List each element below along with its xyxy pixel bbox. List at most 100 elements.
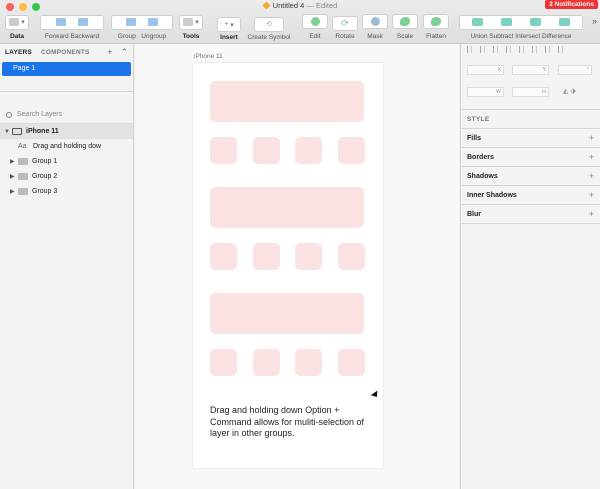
align-center-icon[interactable] bbox=[480, 46, 485, 53]
inner-shadows-section[interactable]: Inner Shadows + bbox=[461, 186, 600, 205]
search-input[interactable]: Search Layers bbox=[17, 111, 62, 118]
rotation-field[interactable]: ° bbox=[558, 65, 592, 75]
tab-layers[interactable]: LAYERS bbox=[5, 49, 32, 56]
boolean-segment[interactable] bbox=[459, 14, 583, 30]
insert-menu[interactable]: + ▾ Insert bbox=[216, 13, 242, 43]
canvas[interactable]: iPhone 11 Drag and holding down Option +… bbox=[135, 44, 459, 489]
tile-shape[interactable] bbox=[253, 137, 280, 164]
notifications-badge[interactable]: 2 Notifications bbox=[545, 0, 598, 9]
layer-group-3[interactable]: ▶ Group 3 bbox=[0, 184, 133, 199]
height-field[interactable]: H bbox=[512, 87, 549, 97]
ungroup-button[interactable]: Ungroup bbox=[141, 33, 166, 40]
borders-section[interactable]: Borders + bbox=[461, 148, 600, 167]
rotate-button[interactable]: ⟳ bbox=[332, 16, 358, 31]
edit-tool[interactable]: Edit bbox=[301, 13, 329, 43]
align-right-icon[interactable] bbox=[493, 46, 498, 53]
create-symbol-button[interactable]: ⟲ bbox=[254, 16, 284, 32]
tools-icon bbox=[183, 18, 194, 26]
tile-shape[interactable] bbox=[210, 243, 237, 270]
arrange-segment[interactable] bbox=[40, 14, 104, 30]
rotate-tool[interactable]: ⟳ Rotate bbox=[331, 13, 359, 43]
flatten-tool[interactable]: Flatten bbox=[421, 13, 451, 43]
data-tool[interactable]: ▾ Data bbox=[4, 13, 30, 43]
fills-section[interactable]: Fills + bbox=[461, 129, 600, 148]
tools-menu[interactable]: ▾ Tools bbox=[178, 13, 204, 43]
forward-button[interactable]: Forward bbox=[45, 33, 69, 40]
add-blur-icon[interactable]: + bbox=[589, 209, 594, 219]
caption-text[interactable]: Drag and holding down Option + Command a… bbox=[210, 405, 375, 440]
add-shadow-icon[interactable]: + bbox=[589, 171, 594, 181]
intersect-button[interactable]: Intersect bbox=[515, 33, 540, 40]
align-middle-icon[interactable] bbox=[532, 46, 537, 53]
tile-shape[interactable] bbox=[338, 137, 365, 164]
mask-button[interactable] bbox=[362, 14, 388, 29]
title-bar: Untitled 4 — Edited 2 Notifications ▾ Da… bbox=[0, 0, 600, 44]
flip-icons[interactable]: ◭ ⬗ bbox=[563, 87, 576, 95]
banner-shape[interactable] bbox=[210, 293, 364, 334]
symbol-icon: ⟲ bbox=[266, 21, 272, 28]
add-page-icon[interactable]: + bbox=[107, 47, 112, 58]
create-symbol-tool[interactable]: ⟲ Create Symbol bbox=[246, 13, 292, 43]
data-dropdown[interactable]: ▾ bbox=[5, 14, 29, 30]
layer-artboard[interactable]: ▼ iPhone 11 bbox=[0, 124, 133, 139]
tile-shape[interactable] bbox=[295, 349, 322, 376]
tile-shape[interactable] bbox=[210, 137, 237, 164]
tile-shape[interactable] bbox=[295, 243, 322, 270]
distribute-horizontal-icon[interactable] bbox=[506, 46, 511, 53]
backward-button[interactable]: Backward bbox=[71, 33, 100, 40]
width-field[interactable]: W bbox=[467, 87, 504, 97]
caret-right-icon[interactable]: ▶ bbox=[10, 158, 18, 165]
tile-shape[interactable] bbox=[295, 137, 322, 164]
edit-button[interactable] bbox=[302, 14, 328, 29]
y-field[interactable]: Y bbox=[512, 65, 549, 75]
align-bottom-icon[interactable] bbox=[545, 46, 550, 53]
add-border-icon[interactable]: + bbox=[589, 152, 594, 162]
x-field[interactable]: X bbox=[467, 65, 504, 75]
caret-right-icon[interactable]: ▶ bbox=[10, 173, 18, 180]
scale-button[interactable] bbox=[392, 14, 418, 29]
banner-shape[interactable] bbox=[210, 81, 364, 122]
caret-down-icon[interactable]: ▼ bbox=[4, 129, 12, 135]
align-left-icon[interactable] bbox=[467, 46, 472, 53]
toolbar-overflow-button[interactable]: » bbox=[592, 16, 597, 26]
distribute-vertical-icon[interactable] bbox=[558, 46, 563, 53]
group-icon bbox=[126, 18, 137, 26]
flatten-button[interactable] bbox=[423, 14, 449, 29]
shadows-section[interactable]: Shadows + bbox=[461, 167, 600, 186]
union-button[interactable]: Union bbox=[470, 33, 487, 40]
layer-group-1[interactable]: ▶ Group 1 bbox=[0, 154, 133, 169]
plus-icon: + bbox=[224, 21, 229, 28]
subtract-button[interactable]: Subtract bbox=[489, 33, 513, 40]
tile-shape[interactable] bbox=[210, 349, 237, 376]
search-layers[interactable]: Search Layers bbox=[0, 106, 133, 124]
caret-right-icon[interactable]: ▶ bbox=[10, 188, 18, 195]
arrange-tools: Forward Backward bbox=[38, 13, 106, 43]
blur-section[interactable]: Blur + bbox=[461, 205, 600, 224]
collapse-pages-icon[interactable]: ⌃ bbox=[120, 47, 128, 58]
tile-shape[interactable] bbox=[338, 243, 365, 270]
tools-dropdown[interactable]: ▾ bbox=[179, 14, 203, 30]
scale-tool[interactable]: Scale bbox=[391, 13, 419, 43]
tile-shape[interactable] bbox=[338, 349, 365, 376]
mask-tool[interactable]: Mask bbox=[361, 13, 389, 43]
tile-shape[interactable] bbox=[253, 243, 280, 270]
edit-icon bbox=[310, 17, 320, 26]
add-inner-shadow-icon[interactable]: + bbox=[589, 190, 594, 200]
layer-text[interactable]: Aa Drag and holding dow bbox=[0, 139, 133, 154]
tab-components[interactable]: COMPONENTS bbox=[41, 49, 90, 56]
group-segment[interactable] bbox=[111, 14, 173, 30]
group-button[interactable]: Group bbox=[118, 33, 136, 40]
align-top-icon[interactable] bbox=[519, 46, 524, 53]
backward-icon bbox=[77, 18, 88, 26]
layer-group-2[interactable]: ▶ Group 2 bbox=[0, 169, 133, 184]
add-fill-icon[interactable]: + bbox=[589, 133, 594, 143]
banner-shape[interactable] bbox=[210, 187, 364, 228]
page-list-item[interactable]: Page 1 bbox=[2, 62, 131, 76]
insert-dropdown[interactable]: + ▾ bbox=[217, 17, 241, 32]
artboard-iphone[interactable]: Drag and holding down Option + Command a… bbox=[193, 63, 383, 468]
tile-shape[interactable] bbox=[253, 349, 280, 376]
difference-button[interactable]: Difference bbox=[542, 33, 572, 40]
artboard-title[interactable]: iPhone 11 bbox=[194, 53, 223, 60]
pages-section: LAYERS COMPONENTS + ⌃ Page 1 bbox=[0, 44, 133, 92]
folder-icon bbox=[18, 173, 28, 180]
